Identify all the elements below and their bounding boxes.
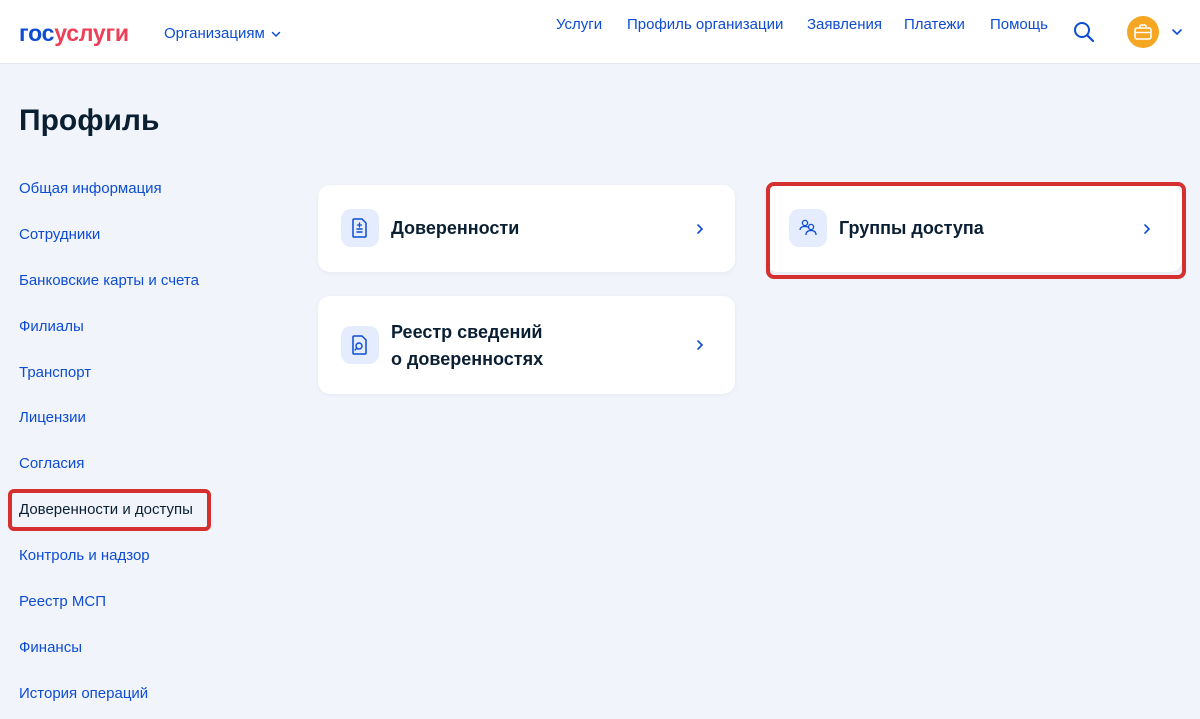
header: госуслуги Организациям Услуги Профиль ор… [0, 0, 1200, 64]
nav-services[interactable]: Услуги [556, 16, 602, 33]
card-powers-registry[interactable]: Реестр сведений о доверенностях [318, 296, 735, 394]
search-icon[interactable] [1072, 20, 1096, 44]
sidebar-item-transport[interactable]: Транспорт [19, 364, 91, 382]
briefcase-icon [1134, 24, 1152, 40]
page-title: Профиль [19, 104, 160, 137]
people-group-icon [789, 209, 827, 247]
card-title-line2: о доверенностях [391, 349, 544, 369]
avatar[interactable] [1127, 16, 1159, 48]
card-powers-of-attorney[interactable]: Доверенности [318, 185, 735, 272]
gosuslugi-logo[interactable]: госуслуги [19, 20, 129, 46]
organizations-dropdown[interactable]: Организациям [164, 25, 281, 42]
sidebar-item-employees[interactable]: Сотрудники [19, 226, 100, 244]
card-access-groups[interactable]: Группы доступа [766, 185, 1182, 272]
chevron-down-icon [271, 31, 281, 37]
logo-part-gos: гос [19, 20, 55, 46]
chevron-right-icon [1144, 224, 1151, 234]
chevron-right-icon [697, 340, 704, 350]
sidebar-item-history[interactable]: История операций [19, 685, 148, 703]
sidebar-item-finance[interactable]: Финансы [19, 639, 82, 657]
sidebar-item-general-info[interactable]: Общая информация [19, 180, 162, 198]
sidebar-highlight-box [8, 489, 211, 531]
logo-part-uslugi: услуги [54, 20, 129, 46]
card-title: Доверенности [391, 218, 520, 238]
sidebar-item-control[interactable]: Контроль и надзор [19, 547, 150, 565]
nav-payments[interactable]: Платежи [904, 16, 965, 33]
sidebar-item-branches[interactable]: Филиалы [19, 318, 84, 336]
sidebar-item-licenses[interactable]: Лицензии [19, 409, 86, 427]
document-icon [341, 209, 379, 247]
nav-help[interactable]: Помощь [990, 16, 1048, 33]
sidebar-item-consents[interactable]: Согласия [19, 455, 84, 473]
chevron-down-icon[interactable] [1171, 26, 1183, 38]
document-search-icon [341, 326, 379, 364]
card-title-line1: Реестр сведений [391, 322, 543, 342]
nav-org-profile[interactable]: Профиль организации [627, 16, 783, 33]
organizations-dropdown-label: Организациям [164, 25, 265, 42]
nav-applications[interactable]: Заявления [807, 16, 882, 33]
sidebar-item-msp-registry[interactable]: Реестр МСП [19, 593, 106, 611]
sidebar-item-bank-cards[interactable]: Банковские карты и счета [19, 272, 199, 290]
chevron-right-icon [697, 224, 704, 234]
card-title: Группы доступа [839, 218, 984, 238]
